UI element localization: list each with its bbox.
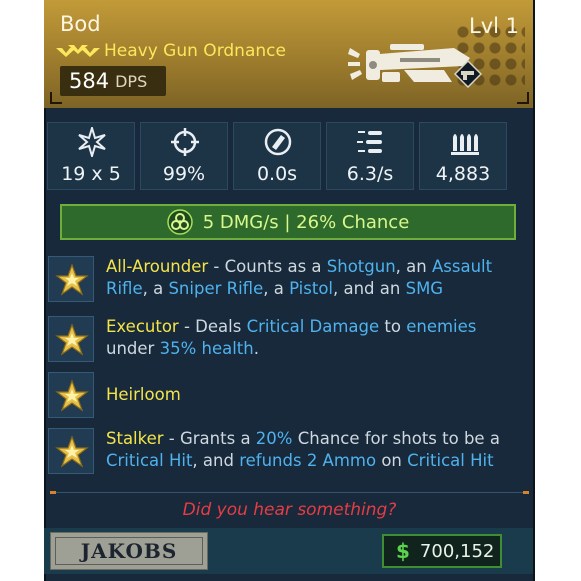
stat-accuracy-value: 99% [162, 163, 206, 185]
stat-reload: 0.0s [233, 122, 321, 190]
perk-description: Chance for shots to be a [292, 429, 500, 448]
elemental-effect-text: 5 DMG/s | 26% Chance [202, 211, 410, 233]
perk-description: under [106, 339, 160, 358]
gold-star-icon [55, 435, 89, 468]
perk-keyword: 20% [255, 429, 293, 448]
perk-icon-frame [48, 316, 94, 362]
stat-reload-value: 0.0s [256, 163, 298, 185]
dps-label: DPS [115, 71, 148, 91]
perk-text: Executor - Deals Critical Damage to enem… [106, 316, 526, 360]
biohazard-icon [166, 209, 193, 235]
stats-row: 19 x 5 99% 0.0s 6.3/s 4,883 [44, 122, 535, 192]
perk-text: Heirloom [106, 384, 526, 406]
perk-keyword: SMG [405, 279, 444, 298]
triple-chevron-icon [56, 45, 100, 57]
gold-star-icon [55, 379, 89, 412]
perk-keyword: enemies [406, 317, 477, 336]
perk-description: , a [142, 279, 169, 298]
item-name: Bod [60, 12, 101, 36]
gold-star-icon [55, 323, 89, 356]
perk-description: , a [263, 279, 290, 298]
flavor-text: Did you hear something? [182, 500, 397, 520]
perk-name: Executor [106, 317, 179, 336]
perk-keyword: Sniper Rifle [168, 279, 264, 298]
divider-cap [523, 491, 529, 494]
perk-description: , and an [333, 279, 406, 298]
item-level: Lvl 1 [469, 14, 519, 38]
crosshair-icon [171, 128, 199, 156]
perk-keyword: refunds 2 Ammo [239, 451, 377, 470]
divider [50, 491, 529, 494]
divider-cap [50, 491, 56, 494]
perk-description: , and [192, 451, 240, 470]
gun-badge-icon [454, 60, 482, 88]
elemental-effect-bar: 5 DMG/s | 26% Chance [60, 204, 516, 240]
perk-description: on [376, 451, 408, 470]
stat-fire-rate-value: 6.3/s [346, 163, 394, 185]
perk-name: Heirloom [106, 385, 181, 404]
perk-text: Stalker - Grants a 20% Chance for shots … [106, 428, 526, 472]
rarity-row: Heavy Gun Ordnance [56, 41, 286, 61]
perk-description: - Grants a [163, 429, 256, 448]
ammo-icon [451, 134, 479, 155]
dps-value: 584 [69, 69, 110, 93]
perk-description: . [253, 339, 259, 358]
stat-damage-value: 19 x 5 [61, 163, 121, 185]
perk-keyword: Critical Hit [407, 451, 494, 470]
stat-ammo-value: 4,883 [435, 163, 491, 185]
price-value: 700,152 [419, 540, 495, 562]
reload-icon [264, 128, 292, 156]
perk-description: - Counts as a [208, 257, 327, 276]
item-type: Heavy Gun Ordnance [104, 41, 286, 61]
perk-description: to [379, 317, 407, 336]
gold-star-icon [55, 263, 89, 296]
corner-bracket [517, 92, 529, 104]
stat-fire-rate: 6.3/s [326, 122, 414, 190]
perk-keyword: 35% health [159, 339, 254, 358]
perk-icon-frame [48, 372, 94, 418]
manufacturer-name: JAKOBS [80, 539, 178, 563]
dollar-icon: $ [396, 539, 410, 563]
item-footer: JAKOBS $ 700,152 [44, 528, 535, 574]
dps-box: 584 DPS [60, 66, 166, 96]
item-card: Bod Lvl 1 Heavy Gun Ordnance 584 DPS 19 … [44, 0, 535, 581]
stat-accuracy: 99% [140, 122, 228, 190]
item-header: Bod Lvl 1 Heavy Gun Ordnance 584 DPS [44, 0, 535, 108]
perk-description: - Deals [178, 317, 247, 336]
perk-icon-frame [48, 428, 94, 474]
perk-keyword: Critical Hit [106, 451, 193, 470]
fire-rate-icon [357, 131, 382, 153]
perk-name: Stalker [106, 429, 164, 448]
perk-keyword: Shotgun [326, 257, 396, 276]
perk-text: All-Arounder - Counts as a Shotgun, an A… [106, 256, 526, 300]
perk-keyword: Critical Damage [246, 317, 380, 336]
stat-damage: 19 x 5 [47, 122, 135, 190]
manufacturer-logo: JAKOBS [50, 532, 208, 570]
perk-keyword: Pistol [289, 279, 333, 298]
stat-ammo: 4,883 [419, 122, 507, 190]
perk-description: , an [395, 257, 432, 276]
damage-burst-icon [78, 127, 106, 157]
perk-name: All-Arounder [106, 257, 209, 276]
perk-icon-frame [48, 256, 94, 302]
price-box: $ 700,152 [382, 534, 502, 568]
